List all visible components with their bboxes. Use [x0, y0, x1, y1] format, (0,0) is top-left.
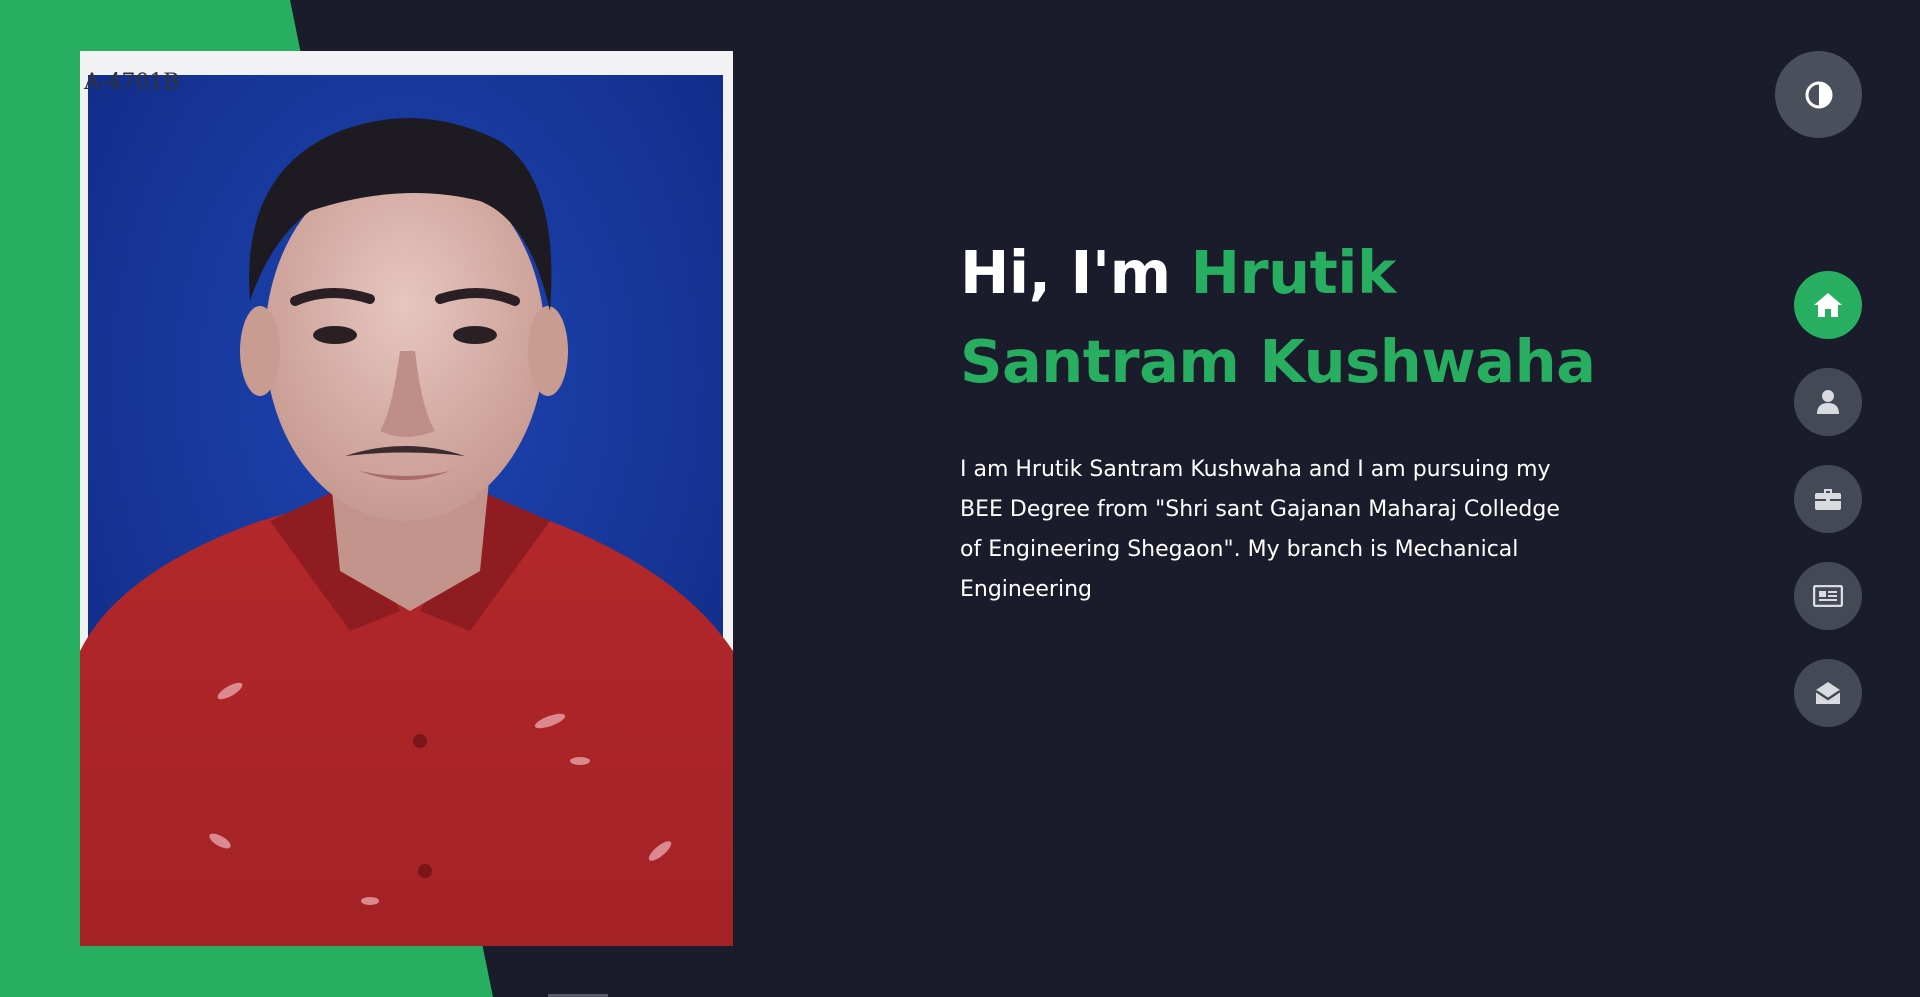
profile-photo: A-4701B [80, 51, 733, 946]
nav-home-button[interactable] [1794, 271, 1862, 339]
hero-description: I am Hrutik Santram Kushwaha and I am pu… [960, 457, 1560, 602]
envelope-open-icon [1815, 682, 1841, 704]
profile-photo-image: A-4701B [80, 51, 733, 946]
newspaper-icon [1813, 585, 1843, 607]
hero-greeting: Hi, I'm [960, 238, 1171, 307]
hero-title: Hi, I'm Hrutik Santram Kushwaha [960, 228, 1600, 406]
photo-corner-mark: A-4701B [83, 70, 179, 95]
nav-portfolio-button[interactable] [1794, 465, 1862, 533]
nav-contact-button[interactable] [1794, 659, 1862, 727]
page: A-4701B Hi, I'm Hrutik Santram Kushwaha … [0, 0, 1920, 997]
nav-blogs-button[interactable] [1794, 562, 1862, 630]
hero-section: Hi, I'm Hrutik Santram Kushwaha I am Hru… [960, 228, 1600, 610]
contrast-icon [1805, 81, 1832, 108]
briefcase-icon [1815, 489, 1841, 510]
user-icon [1817, 390, 1839, 414]
nav-about-button[interactable] [1794, 368, 1862, 436]
home-icon [1814, 293, 1842, 317]
side-nav [1794, 271, 1862, 727]
theme-toggle-button[interactable] [1775, 51, 1862, 138]
